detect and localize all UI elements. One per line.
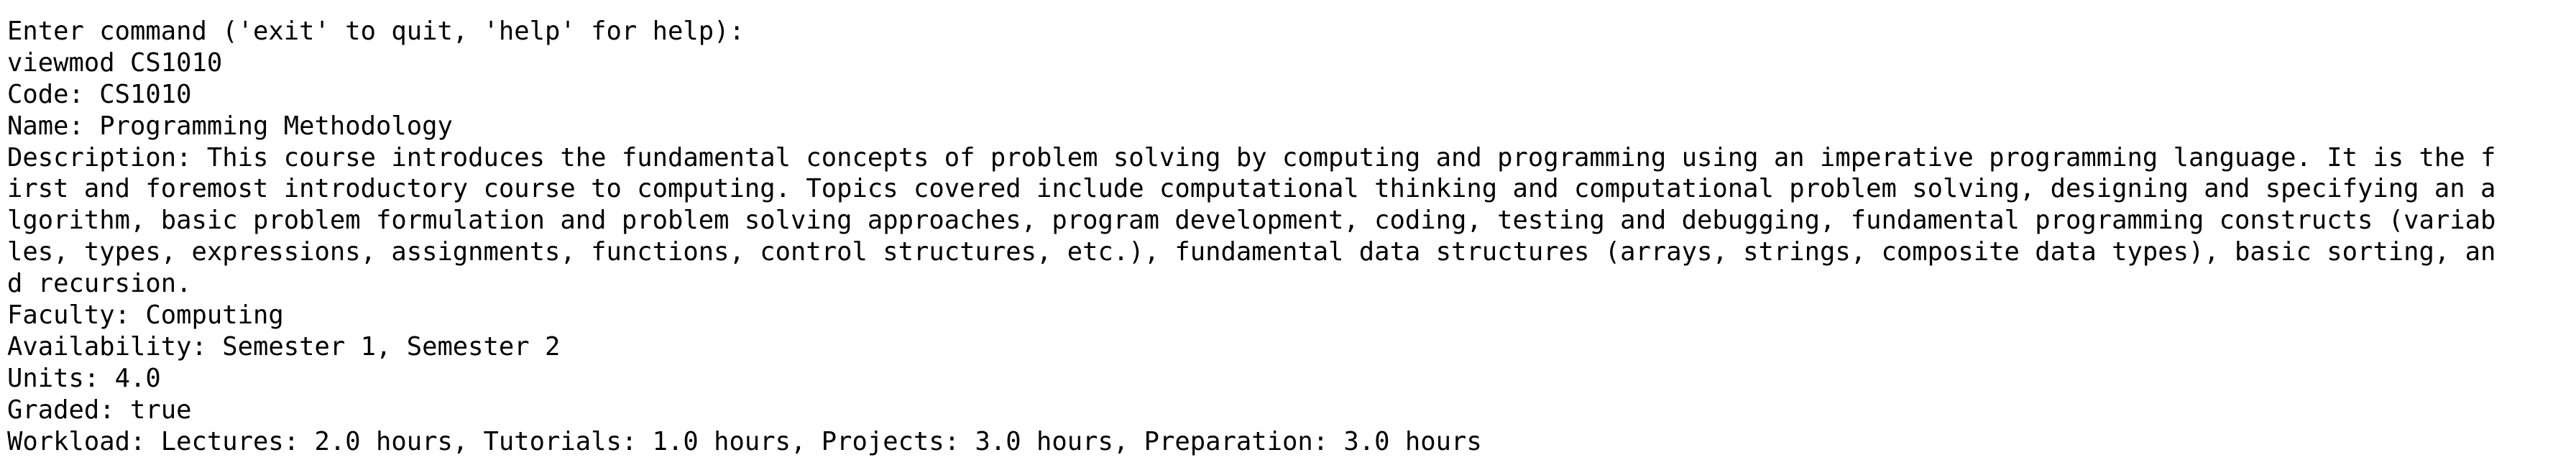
- module-graded: Graded: true: [7, 395, 192, 425]
- module-workload: Workload: Lectures: 2.0 hours, Tutorials…: [7, 426, 1482, 456]
- terminal-window[interactable]: Enter command ('exit' to quit, 'help' fo…: [0, 0, 2576, 460]
- entered-command: viewmod CS1010: [7, 47, 223, 78]
- module-description-line: lgorithm, basic problem formulation and …: [7, 206, 2496, 236]
- module-description-line: Description: This course introduces the …: [7, 142, 2496, 172]
- command-prompt: Enter command ('exit' to quit, 'help' fo…: [7, 17, 745, 46]
- module-description-line: irst and foremost introductory course to…: [7, 174, 2496, 204]
- module-availability: Availability: Semester 1, Semester 2: [7, 331, 561, 362]
- module-units: Units: 4.0: [7, 363, 161, 393]
- module-faculty: Faculty: Computing: [7, 300, 284, 331]
- module-description-line: d recursion.: [7, 269, 192, 299]
- module-description-line: les, types, expressions, assignments, fu…: [7, 237, 2496, 267]
- module-code: Code: CS1010: [7, 79, 192, 109]
- module-name: Name: Programming Methodology: [7, 111, 453, 141]
